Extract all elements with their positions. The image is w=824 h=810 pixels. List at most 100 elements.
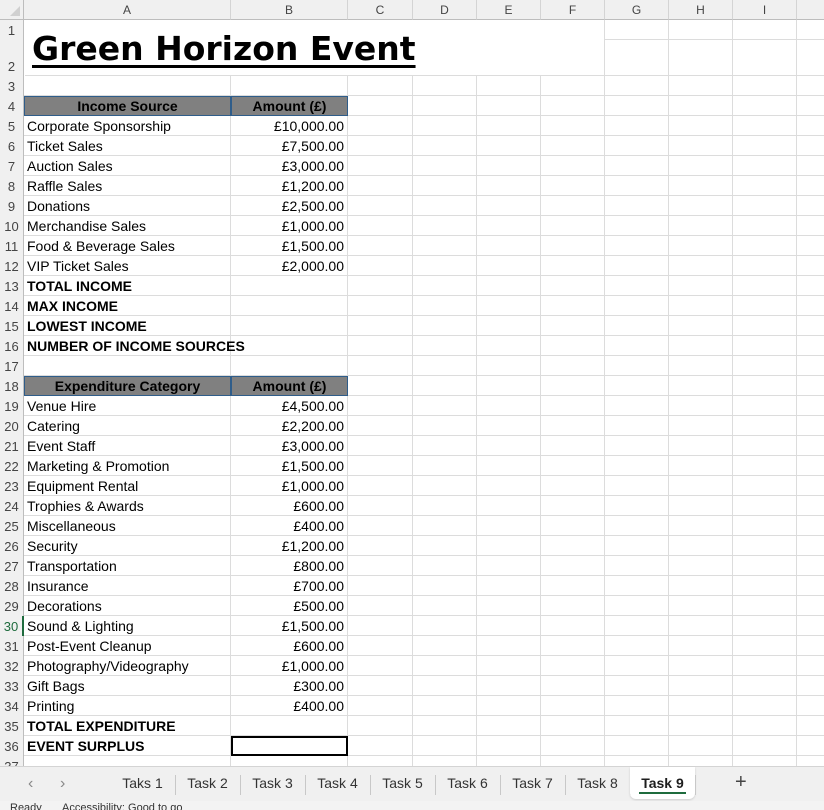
grid-cell[interactable] [605, 456, 669, 476]
grid-cell[interactable] [797, 716, 824, 736]
grid-cell[interactable] [797, 596, 824, 616]
grid-cell[interactable] [413, 116, 477, 136]
grid-cell[interactable] [733, 176, 797, 196]
expenditure-amount-cell[interactable]: £4,500.00 [231, 396, 348, 416]
grid-cell[interactable] [541, 516, 605, 536]
grid-cell[interactable] [413, 96, 477, 116]
grid-cell[interactable] [605, 636, 669, 656]
grid-cell[interactable] [477, 276, 541, 296]
grid-cell[interactable] [231, 716, 348, 736]
grid-cell[interactable] [477, 176, 541, 196]
grid-cell[interactable] [348, 616, 413, 636]
grid-cell[interactable] [733, 196, 797, 216]
grid-cell[interactable] [797, 376, 824, 396]
grid-cell[interactable] [348, 236, 413, 256]
sheet-tab-6[interactable]: Task 6 [435, 767, 500, 799]
grid-cell[interactable] [477, 716, 541, 736]
income-source-cell[interactable]: Donations [24, 196, 231, 216]
grid-cell[interactable] [733, 40, 797, 76]
expenditure-category-cell[interactable]: Sound & Lighting [24, 616, 231, 636]
grid-cell[interactable] [348, 716, 413, 736]
grid-cell[interactable] [541, 216, 605, 236]
grid-cell[interactable] [797, 116, 824, 136]
grid-cell[interactable] [348, 476, 413, 496]
column-header-c[interactable]: C [348, 0, 413, 20]
grid-cell[interactable] [413, 616, 477, 636]
income-amount-cell[interactable]: £1,200.00 [231, 176, 348, 196]
grid-cell[interactable] [413, 156, 477, 176]
grid-cell[interactable] [733, 336, 797, 356]
expenditure-amount-cell[interactable]: £1,500.00 [231, 456, 348, 476]
grid-cell[interactable] [477, 256, 541, 276]
grid-cell[interactable] [348, 496, 413, 516]
grid-cell[interactable] [541, 416, 605, 436]
grid-cell[interactable] [413, 536, 477, 556]
row-header-2[interactable]: 2 [0, 40, 24, 76]
grid-cell[interactable] [669, 316, 733, 336]
grid-cell[interactable] [797, 196, 824, 216]
grid-cell[interactable] [348, 556, 413, 576]
grid-cell[interactable] [797, 276, 824, 296]
expenditure-summary-label[interactable]: EVENT SURPLUS [24, 736, 231, 756]
grid-cell[interactable] [413, 236, 477, 256]
grid-cell[interactable] [797, 636, 824, 656]
grid-cell[interactable] [733, 136, 797, 156]
grid-cell[interactable] [477, 76, 541, 96]
row-header-16[interactable]: 16 [0, 336, 24, 356]
grid-cell[interactable] [477, 496, 541, 516]
expenditure-amount-cell[interactable]: £500.00 [231, 596, 348, 616]
grid-cell[interactable] [733, 696, 797, 716]
grid-cell[interactable] [413, 696, 477, 716]
grid-cell[interactable] [348, 316, 413, 336]
grid-cell[interactable] [348, 656, 413, 676]
grid-cell[interactable] [348, 596, 413, 616]
row-header-27[interactable]: 27 [0, 556, 24, 576]
grid-cell[interactable] [413, 276, 477, 296]
grid-cell[interactable] [669, 736, 733, 756]
next-sheet-button[interactable]: › [60, 775, 65, 793]
grid-cell[interactable] [669, 216, 733, 236]
grid-cell[interactable] [797, 676, 824, 696]
grid-cell[interactable] [477, 136, 541, 156]
column-header-a[interactable]: A [24, 0, 231, 20]
grid-cell[interactable] [605, 756, 669, 766]
grid-cell[interactable] [733, 236, 797, 256]
grid-cell[interactable] [669, 196, 733, 216]
income-source-cell[interactable]: Corporate Sponsorship [24, 116, 231, 136]
grid-cell[interactable] [541, 156, 605, 176]
expenditure-category-cell[interactable]: Event Staff [24, 436, 231, 456]
grid-cell[interactable] [231, 276, 348, 296]
grid-cell[interactable] [605, 316, 669, 336]
grid-cell[interactable] [541, 596, 605, 616]
grid-cell[interactable] [477, 476, 541, 496]
grid-cell[interactable] [669, 516, 733, 536]
grid-cell[interactable] [669, 756, 733, 766]
grid-cell[interactable] [477, 216, 541, 236]
grid-cell[interactable] [797, 316, 824, 336]
grid-cell[interactable] [797, 176, 824, 196]
grid-cell[interactable] [669, 136, 733, 156]
income-source-cell[interactable]: Ticket Sales [24, 136, 231, 156]
grid-cell[interactable] [669, 696, 733, 716]
grid-cell[interactable] [797, 576, 824, 596]
row-header-18[interactable]: 18 [0, 376, 24, 396]
grid-cell[interactable] [605, 416, 669, 436]
income-source-cell[interactable]: Merchandise Sales [24, 216, 231, 236]
grid-cell[interactable] [605, 276, 669, 296]
grid-cell[interactable] [413, 456, 477, 476]
row-header-31[interactable]: 31 [0, 636, 24, 656]
grid-cell[interactable] [541, 296, 605, 316]
row-header-26[interactable]: 26 [0, 536, 24, 556]
grid-cell[interactable] [605, 516, 669, 536]
grid-cell[interactable] [348, 576, 413, 596]
grid-cell[interactable] [669, 716, 733, 736]
grid-cell[interactable] [605, 696, 669, 716]
income-amount-cell[interactable]: £1,000.00 [231, 216, 348, 236]
grid-cell[interactable] [733, 576, 797, 596]
grid-cell[interactable] [477, 236, 541, 256]
grid-cell[interactable] [669, 176, 733, 196]
grid-cell[interactable] [733, 256, 797, 276]
grid-cell[interactable] [348, 636, 413, 656]
grid-cell[interactable] [477, 676, 541, 696]
grid-cell[interactable] [669, 156, 733, 176]
